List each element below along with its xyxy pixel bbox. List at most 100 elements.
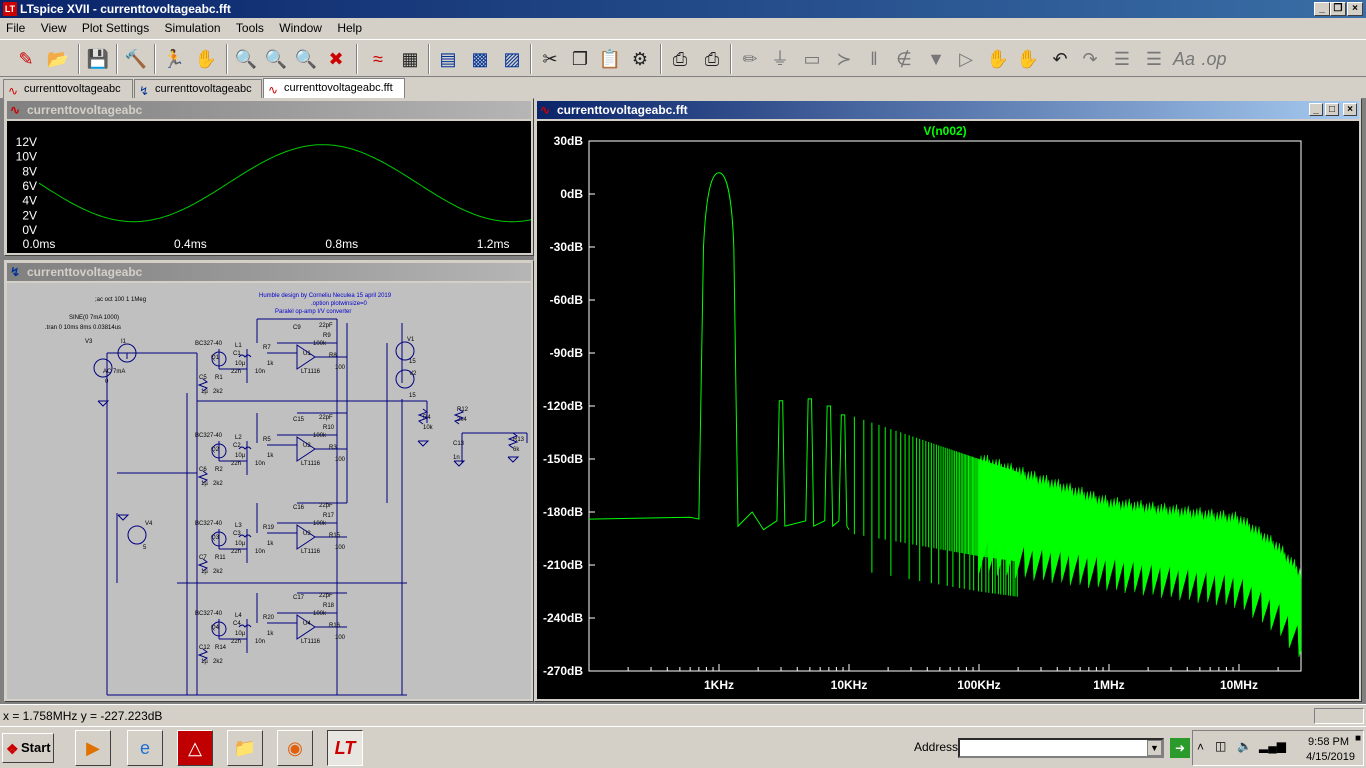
zoom-cancel-icon[interactable]: ✖ <box>322 45 350 73</box>
cascade-icon[interactable]: ▩ <box>466 45 494 73</box>
transient-plot-window[interactable]: ∿ currenttovoltageabc 12V 10V 8V 6V 4V 2V 0V 0… <box>4 98 534 256</box>
schematic-window[interactable]: ↯ currenttovoltageabc ;ac oct 100 1 1Meg… <box>4 260 534 702</box>
tab-waveform[interactable]: ∿ currenttovoltageabc <box>3 79 133 98</box>
close-button[interactable]: × <box>1347 2 1363 16</box>
tile-vertical-icon[interactable]: ▨ <box>498 45 526 73</box>
run-icon[interactable]: 🏃 <box>160 45 188 73</box>
undo-icon[interactable]: ↶ <box>1046 45 1074 73</box>
resistor-icon[interactable]: ≻ <box>830 45 858 73</box>
cut-icon[interactable]: ✂ <box>536 45 564 73</box>
tile-horizontal-icon[interactable]: ▤ <box>434 45 462 73</box>
ground-icon[interactable]: ⏚ <box>766 45 794 73</box>
y-tick-label: 30dB <box>554 134 584 148</box>
start-button[interactable]: ❖ Start <box>2 733 54 763</box>
halt-icon[interactable]: ✋ <box>192 45 220 73</box>
menu-window[interactable]: Window <box>273 18 328 37</box>
label-icon[interactable]: ▭ <box>798 45 826 73</box>
tab-fft[interactable]: ∿ currenttovoltageabc.fft <box>263 78 405 98</box>
amplifier-stage: BC327-40 Q3 L3 C3 10µ 22n R19 1k10n U3 LT1116 R17 1… <box>195 503 347 575</box>
component-label: C2 <box>233 443 241 449</box>
restore-button[interactable]: ❐ <box>1330 2 1346 16</box>
component-label: C17 <box>293 595 305 601</box>
fft-close-button[interactable]: × <box>1343 103 1357 116</box>
inductor-icon[interactable]: ∉ <box>890 45 918 73</box>
fft-chart: V(n002) 30dB 0dB -30dB -60dB -90dB -120dB -150… <box>543 124 1302 692</box>
media-player-icon[interactable]: ▶ <box>75 730 111 766</box>
sch-label-r13: R13 <box>513 437 525 443</box>
fft-minimize-button[interactable]: _ <box>1309 103 1323 116</box>
schematic-drawing: ;ac oct 100 1 1Meg SINE(0 7mA 1000) .tra… <box>45 293 528 696</box>
tray-expand-icon[interactable]: ˄ <box>1197 740 1204 754</box>
redo-icon[interactable]: ↷ <box>1076 45 1104 73</box>
transient-plot[interactable]: 12V 10V 8V 6V 4V 2V 0V 0.0ms 0.4ms 0.8ms 1.2ms <box>7 121 532 253</box>
component-label: BC327-40 <box>195 433 223 439</box>
fft-restore-button[interactable]: □ <box>1325 103 1339 116</box>
tab-schematic[interactable]: ↯ currenttovoltageabc <box>134 79 262 98</box>
y-tick-label: -60dB <box>550 293 584 307</box>
menu-view[interactable]: View <box>35 18 73 37</box>
menu-file[interactable]: File <box>0 18 31 37</box>
menu-help[interactable]: Help <box>331 18 368 37</box>
tray-volume-icon[interactable]: 🔈 <box>1237 739 1252 753</box>
tray-notification-icon[interactable]: ■ <box>1355 733 1361 744</box>
go-button[interactable]: ➜ <box>1170 738 1190 758</box>
folder-icon[interactable]: 📁 <box>227 730 263 766</box>
drag-icon[interactable]: ✋ <box>1014 45 1042 73</box>
tray-signal-icon[interactable]: ▂▄▆ <box>1259 739 1286 753</box>
print-setup-icon[interactable]: ⎙ <box>698 45 726 73</box>
capacitor-icon[interactable]: ‖ <box>860 45 888 73</box>
component-label: C12 <box>199 645 211 651</box>
component-label: 10n <box>255 639 265 645</box>
zoom-area-icon[interactable]: 🔍 <box>262 45 290 73</box>
zoom-out-icon[interactable]: 🔍 <box>292 45 320 73</box>
x-tick-label: 1KHz <box>704 678 734 692</box>
wire-icon[interactable]: ✏ <box>736 45 764 73</box>
component-icon[interactable]: ▷ <box>952 45 980 73</box>
tray-network-icon[interactable]: ◫ <box>1215 739 1226 753</box>
component-label: LT1116 <box>301 639 321 645</box>
ltspice-icon[interactable]: LT <box>327 730 363 766</box>
ruler-icon[interactable]: ▦ <box>396 45 424 73</box>
mirror-icon[interactable]: ☰ <box>1140 45 1168 73</box>
pdf-icon[interactable]: △ <box>177 730 213 766</box>
component-label: 2k2 <box>213 389 223 395</box>
window-caption[interactable]: ↯ currenttovoltageabc <box>7 263 531 281</box>
fft-plot[interactable]: V(n002) 30dB 0dB -30dB -60dB -90dB -120dB -150… <box>537 121 1359 699</box>
minimize-button[interactable]: _ <box>1314 2 1330 16</box>
windows-logo-icon: ❖ <box>6 741 19 757</box>
internet-explorer-icon[interactable]: e <box>127 730 163 766</box>
menu-tools[interactable]: Tools <box>230 18 270 37</box>
open-icon[interactable]: 📂 <box>44 45 72 73</box>
zoom-in-icon[interactable]: 🔍 <box>232 45 260 73</box>
y-tick-label: -90dB <box>550 346 584 360</box>
fft-plot-window[interactable]: ∿ currenttovoltageabc.fft _ □ × V(n002) … <box>534 98 1362 702</box>
firefox-icon[interactable]: ◉ <box>277 730 313 766</box>
menu-plot-settings[interactable]: Plot Settings <box>76 18 155 37</box>
sch-label-r4val: 10k <box>423 425 434 431</box>
rotate-icon[interactable]: ☰ <box>1108 45 1136 73</box>
print-icon[interactable]: ⎙ <box>666 45 694 73</box>
window-caption-title: currenttovoltageabc <box>27 265 143 279</box>
move-icon[interactable]: ✋ <box>984 45 1012 73</box>
text-icon[interactable]: Aa <box>1170 45 1198 73</box>
menu-simulation[interactable]: Simulation <box>159 18 227 37</box>
window-caption[interactable]: ∿ currenttovoltageabc.fft _ □ × <box>537 101 1359 119</box>
spice-directive-icon[interactable]: .op <box>1200 45 1228 73</box>
address-input[interactable] <box>958 738 1164 758</box>
chart-title: V(n002) <box>923 124 966 138</box>
control-panel-icon[interactable]: 🔨 <box>122 45 150 73</box>
component-label: 100k <box>313 521 327 527</box>
autorange-icon[interactable]: ≈ <box>364 45 392 73</box>
window-caption[interactable]: ∿ currenttovoltageabc <box>7 101 531 119</box>
address-dropdown-button[interactable]: ▼ <box>1147 740 1162 756</box>
new-schematic-icon[interactable]: ✎ <box>12 45 40 73</box>
component-label: 10µ <box>235 541 246 547</box>
schematic-canvas[interactable]: ;ac oct 100 1 1Meg SINE(0 7mA 1000) .tra… <box>7 283 531 699</box>
component-label: LT1116 <box>301 461 321 467</box>
component-label: 100 <box>335 457 346 463</box>
paste-icon[interactable]: 📋 <box>596 45 624 73</box>
copy-icon[interactable]: ❐ <box>566 45 594 73</box>
find-icon[interactable]: ⚙ <box>626 45 654 73</box>
save-icon[interactable]: 💾 <box>84 45 112 73</box>
diode-icon[interactable]: ▼ <box>922 45 950 73</box>
